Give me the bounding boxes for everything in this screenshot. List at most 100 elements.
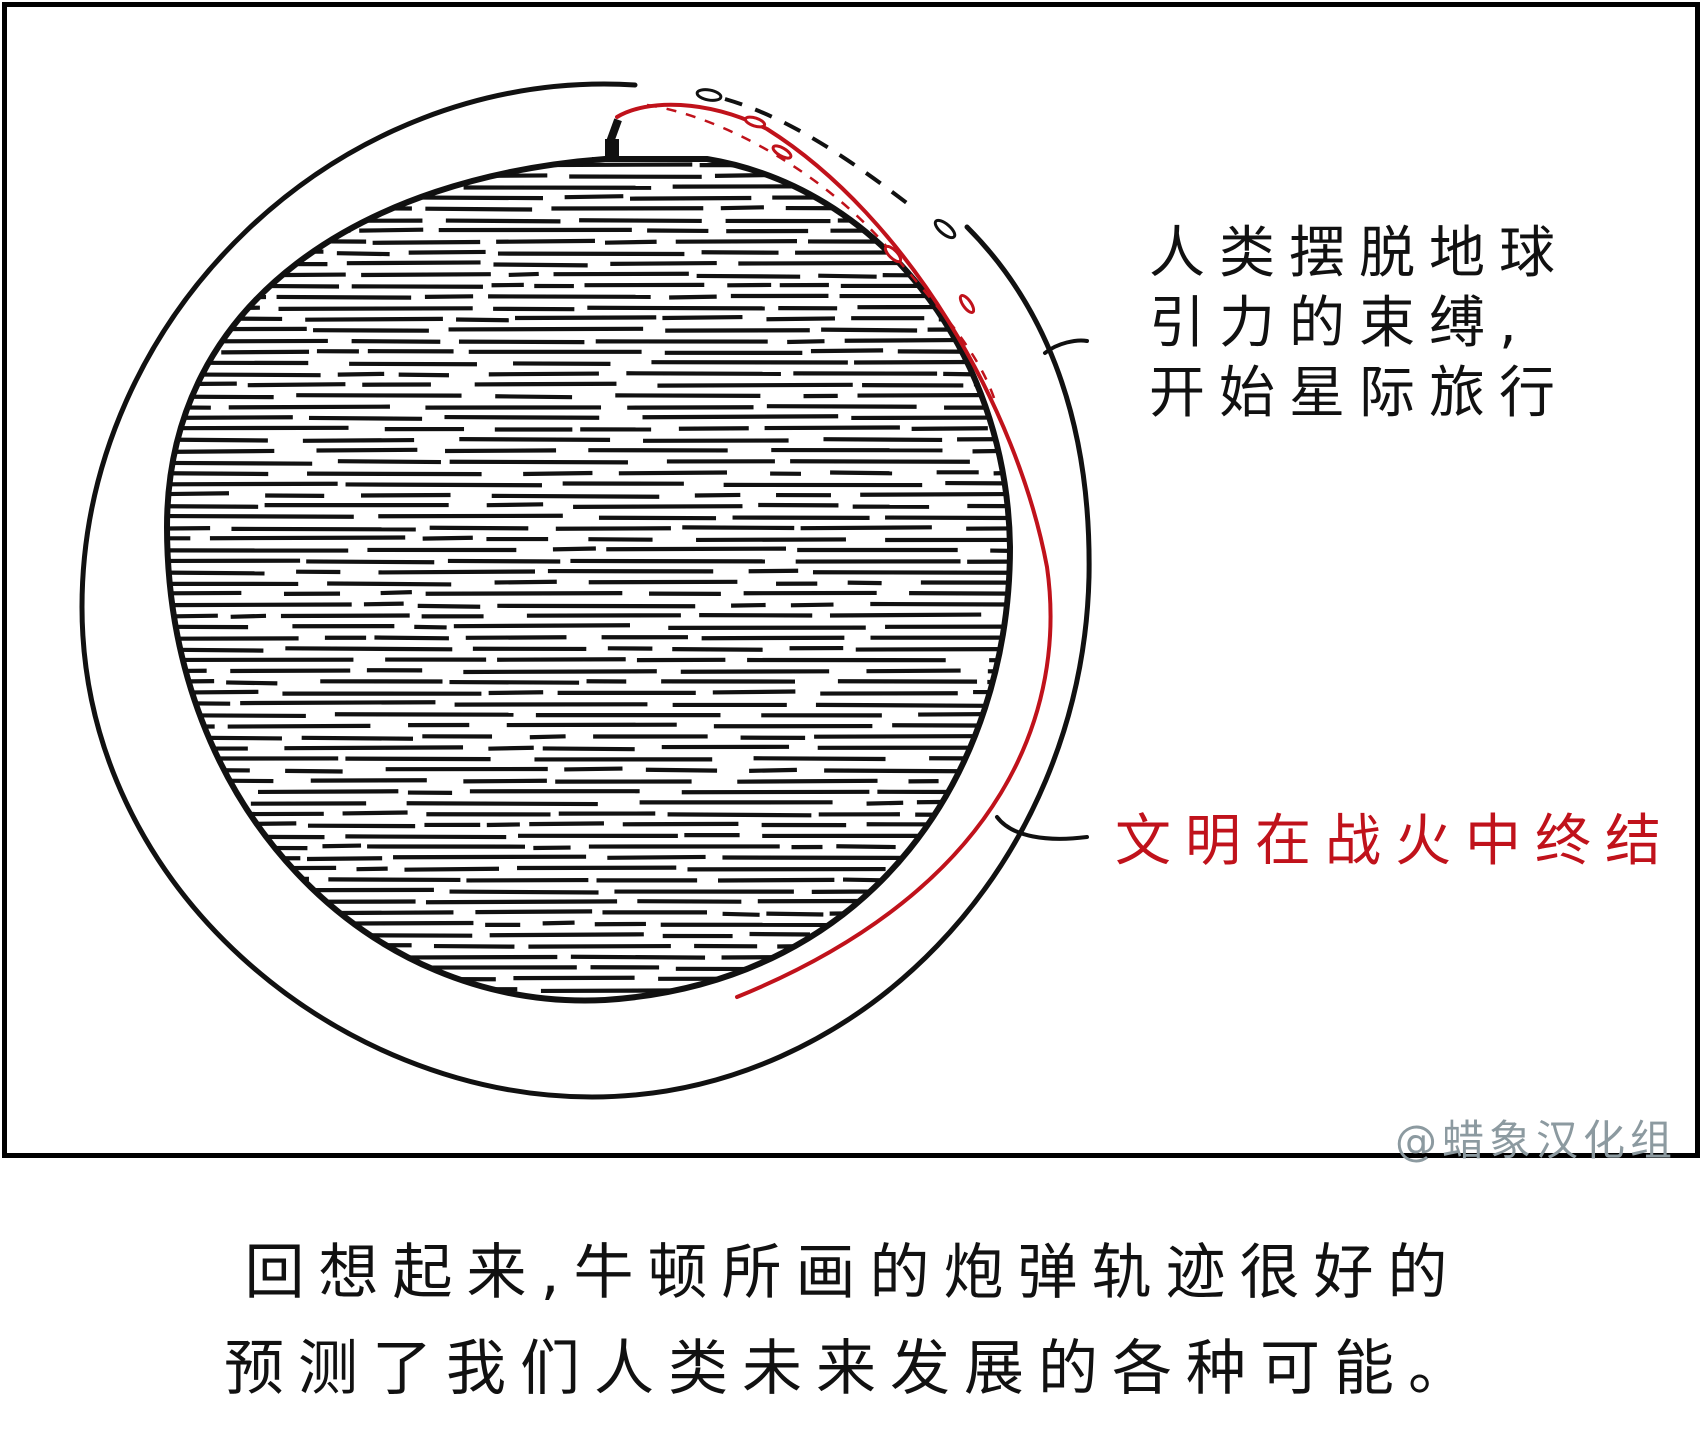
hatch-stroke	[909, 591, 1010, 596]
hatch-stroke	[167, 228, 196, 235]
escape-orbit-label: 人类摆脱地球 引力的束缚, 开始星际旅行	[1149, 219, 1569, 429]
hatch-stroke	[829, 612, 982, 618]
hatch-stroke	[926, 854, 1010, 860]
hatch-stroke	[167, 481, 338, 487]
hatch-stroke	[786, 976, 948, 982]
hatch-stroke	[489, 932, 644, 938]
hatch-stroke	[1000, 459, 1010, 465]
hatch-stroke	[463, 778, 547, 784]
hatch-stroke	[579, 218, 702, 224]
hatch-stroke	[167, 173, 216, 178]
hatch-stroke	[417, 603, 481, 609]
hatch-stroke	[847, 580, 882, 586]
escape-label-line: 开始星际旅行	[1149, 361, 1569, 426]
hatch-stroke	[981, 184, 1010, 190]
hatch-stroke	[448, 326, 644, 332]
hatch-stroke	[429, 525, 529, 531]
hatch-stroke	[404, 866, 500, 872]
hatch-stroke	[276, 294, 412, 300]
hatch-stroke	[285, 646, 453, 652]
hatch-stroke	[393, 854, 587, 860]
hatch-stroke	[618, 470, 728, 476]
hatch-stroke	[345, 756, 491, 762]
hatch-stroke	[885, 515, 1010, 521]
hatch-stroke	[167, 647, 264, 653]
hatch-stroke	[818, 273, 877, 279]
hatch-stroke	[1013, 901, 1183, 902]
comic-panel: 人类摆脱地球 引力的束缚, 开始星际旅行 文明在战火中终结 @蜡象汉化组	[2, 2, 1700, 1165]
hatch-stroke	[167, 372, 321, 378]
hatch-stroke	[515, 315, 657, 321]
hatch-stroke	[523, 470, 593, 477]
hatch-stroke	[902, 943, 1010, 950]
hatch-stroke	[209, 535, 406, 541]
hatch-stroke	[488, 690, 544, 696]
hatch-stroke	[529, 734, 566, 740]
hatch-stroke	[167, 789, 221, 795]
hatch-stroke	[866, 668, 961, 674]
hatch-stroke	[433, 943, 515, 949]
hatch-stroke	[425, 591, 623, 596]
hatch-stroke	[302, 437, 415, 443]
hatch-stroke	[857, 392, 1010, 398]
hatch-stroke	[542, 746, 635, 752]
hatch-stroke	[855, 646, 1010, 652]
hatch-stroke	[167, 249, 324, 255]
hatch-stroke	[610, 260, 717, 266]
hatch-stroke	[306, 856, 383, 862]
hatch-stroke	[456, 317, 509, 323]
hatch-stroke	[445, 218, 561, 224]
hatch-stroke	[167, 997, 272, 1001]
comic-caption: 回想起来,牛顿所画的炮弹轨迹很好的 预测了我们人类未来发展的各种可能。	[0, 1225, 1706, 1417]
hatch-stroke	[496, 238, 595, 244]
hatch-stroke	[945, 480, 1010, 487]
hatch-stroke	[449, 459, 628, 465]
hatch-stroke	[694, 492, 741, 498]
hatch-stroke	[445, 448, 557, 454]
hatch-stroke	[167, 986, 229, 992]
hatch-stroke	[228, 404, 390, 410]
hatch-stroke	[167, 767, 250, 773]
hatch-stroke	[607, 854, 706, 860]
hatch-stroke	[943, 371, 994, 377]
hatch-stroke	[167, 689, 259, 695]
hatch-stroke	[408, 249, 486, 255]
hatch-stroke	[463, 669, 657, 675]
hatch-stroke	[858, 206, 964, 212]
hatch-stroke	[356, 866, 388, 872]
hatch-stroke	[167, 735, 282, 741]
hatch-stroke	[642, 414, 839, 420]
hatch-stroke	[790, 459, 970, 464]
hatch-stroke	[749, 767, 797, 773]
hatch-stroke	[226, 680, 278, 686]
hatch-stroke	[425, 899, 618, 905]
caption-line: 预测了我们人类未来发展的各种可能。	[224, 1334, 1482, 1404]
planet-hatching	[167, 161, 1183, 1001]
hatch-stroke	[313, 328, 429, 333]
hatch-stroke	[307, 471, 482, 477]
hatch-stroke	[999, 700, 1010, 706]
hatch-stroke	[737, 778, 878, 784]
hatch-stroke	[374, 173, 465, 179]
hatch-stroke	[486, 822, 520, 828]
hatch-stroke	[491, 493, 660, 499]
hatch-stroke	[854, 359, 1010, 365]
hatch-stroke	[963, 305, 1010, 311]
hatch-stroke	[167, 513, 354, 519]
hatch-stroke	[816, 933, 928, 939]
hatch-stroke	[288, 966, 350, 972]
hatch-stroke	[495, 394, 573, 400]
hatch-stroke	[167, 811, 324, 817]
hatch-stroke	[449, 889, 599, 895]
hatch-stroke	[916, 799, 1003, 805]
hatch-stroke	[257, 789, 399, 795]
hatch-stroke	[167, 900, 302, 905]
hatch-stroke	[901, 878, 1010, 884]
hatch-stroke	[830, 470, 893, 476]
hatch-stroke	[720, 205, 764, 211]
hatch-stroke	[316, 447, 418, 453]
hatch-stroke	[629, 195, 752, 201]
hatch-stroke	[919, 163, 971, 169]
hatch-stroke	[230, 613, 267, 619]
hatch-stroke	[474, 381, 617, 387]
